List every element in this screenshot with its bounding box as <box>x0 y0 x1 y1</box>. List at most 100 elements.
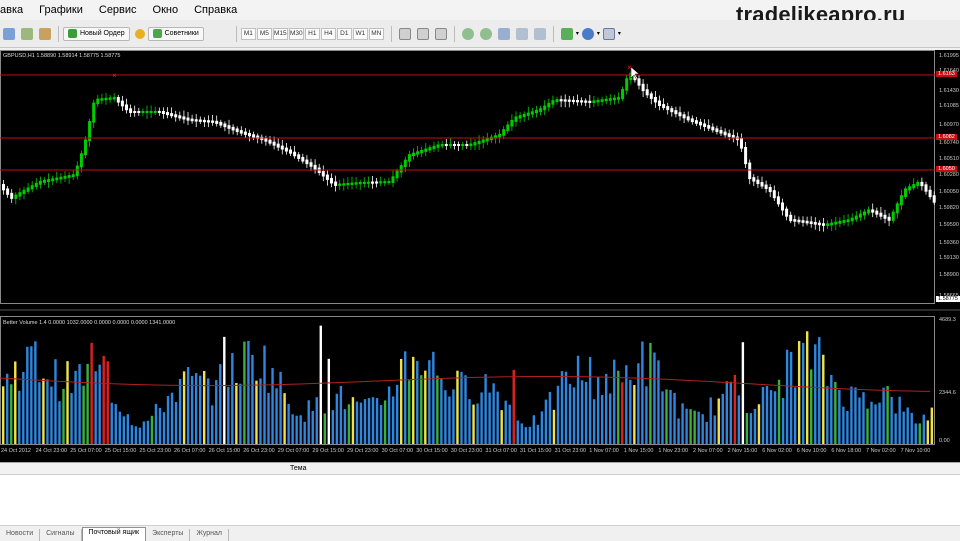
volume-bar <box>275 388 278 444</box>
volume-bar <box>637 363 640 444</box>
candle-body <box>760 182 764 187</box>
volume-bar <box>259 378 262 444</box>
chart-window[interactable]: × × GBPUSD,H1 1.58890 1.58914 1.58775 1.5… <box>0 50 960 462</box>
timeframe-d1[interactable]: D1 <box>336 27 352 40</box>
chart-window-icon[interactable] <box>3 27 15 40</box>
volume-bar <box>6 373 9 444</box>
timeframe-w1[interactable]: W1 <box>352 27 368 40</box>
volume-bar <box>267 392 270 444</box>
tab-journal[interactable]: Журнал <box>190 529 229 541</box>
timeframe-m30[interactable]: M30 <box>288 27 304 40</box>
navigator-icon[interactable] <box>39 27 51 40</box>
candle-body <box>47 179 51 182</box>
menu-item-service[interactable]: Сервис <box>91 4 145 16</box>
volume-bar <box>110 402 113 444</box>
chevron-down-icon[interactable]: ▾ <box>576 30 579 37</box>
menu-item-help[interactable]: Справка <box>186 4 245 16</box>
volume-bar <box>263 345 266 444</box>
meta-editor-icon[interactable] <box>134 28 145 39</box>
volume-bar <box>677 418 680 444</box>
candle-body <box>67 175 71 178</box>
candle-body <box>325 174 329 180</box>
menu-item-view[interactable]: авка <box>0 4 31 16</box>
tab-mailbox[interactable]: Почтовый ящик <box>81 527 147 541</box>
price-axis-label: 1.59360 <box>939 240 959 246</box>
candle-body <box>428 147 432 151</box>
candle-body <box>289 149 292 154</box>
volume-bar <box>488 392 491 444</box>
candle-body <box>514 116 518 122</box>
volume-bar <box>412 356 415 444</box>
volume-bar <box>789 351 793 444</box>
timeframe-mn[interactable]: MN <box>368 27 384 40</box>
tab-signals[interactable]: Сигналы <box>40 529 82 541</box>
candle-body <box>268 139 272 144</box>
candle-body <box>871 209 875 213</box>
candle-body <box>84 139 87 155</box>
menu-item-window[interactable]: Окно <box>145 4 187 16</box>
tab-news[interactable]: Новости <box>0 529 41 541</box>
bar-chart-icon[interactable] <box>398 27 411 40</box>
volume-bar <box>613 359 616 444</box>
candle-body <box>100 98 104 101</box>
candle-body <box>26 187 30 192</box>
templates-icon[interactable] <box>602 27 615 40</box>
chart-shift-icon[interactable] <box>533 27 546 40</box>
advisors-button[interactable]: Советники <box>147 26 204 41</box>
periods-icon[interactable] <box>581 27 594 40</box>
volume-bar <box>641 341 644 444</box>
indicators-icon[interactable] <box>560 27 573 40</box>
candle-body <box>137 111 141 113</box>
volume-bar <box>560 371 564 444</box>
tile-windows-icon[interactable] <box>497 27 510 40</box>
volume-bar <box>661 391 664 444</box>
new-order-button[interactable]: Новый Ордер <box>63 26 130 41</box>
volume-bar <box>609 393 612 444</box>
volume-bar <box>745 412 749 444</box>
volume-bar <box>283 393 286 444</box>
auto-scroll-icon[interactable] <box>515 27 528 40</box>
volume-bar <box>383 400 387 444</box>
candle-body <box>14 194 18 199</box>
candle-body <box>617 97 620 100</box>
chevron-down-icon[interactable]: ▾ <box>597 30 600 37</box>
zoom-out-icon[interactable] <box>479 27 492 40</box>
volume-bar <box>564 371 568 444</box>
timeframe-m15[interactable]: M15 <box>272 27 288 40</box>
candle-body <box>670 108 674 113</box>
timeframe-m5[interactable]: M5 <box>256 27 272 40</box>
menu-item-charts[interactable]: Графики <box>31 4 91 16</box>
volume-bar <box>605 373 608 444</box>
candle-body <box>477 140 481 145</box>
candle-body <box>580 100 584 103</box>
candle-body <box>563 99 567 102</box>
volume-bar <box>178 378 182 444</box>
volume-bar <box>777 379 781 444</box>
market-watch-icon[interactable] <box>21 27 33 40</box>
volume-bar <box>387 386 391 444</box>
volume-bar <box>468 399 471 444</box>
volume-bar <box>681 403 684 444</box>
zoom-in-icon[interactable] <box>461 27 474 40</box>
volume-bar <box>190 375 194 444</box>
timeframe-h1[interactable]: H1 <box>304 27 320 40</box>
line-chart-icon[interactable] <box>434 27 447 40</box>
candle-body <box>854 215 858 220</box>
chevron-down-icon[interactable]: ▾ <box>618 30 621 37</box>
timeframe-m1[interactable]: M1 <box>240 27 256 40</box>
time-axis-label: 29 Oct 23:00 <box>347 448 379 454</box>
volume-bar <box>58 401 61 444</box>
candle-body <box>912 184 916 189</box>
tab-experts[interactable]: Эксперты <box>146 529 191 541</box>
candlestick-icon[interactable] <box>416 27 429 40</box>
column-header-subject[interactable]: Тема <box>290 465 306 472</box>
timeframe-h4[interactable]: H4 <box>320 27 336 40</box>
volume-bar <box>930 407 934 444</box>
volume-bar <box>568 383 572 444</box>
candle-body <box>899 195 903 206</box>
candle-body <box>916 181 920 187</box>
volume-bar <box>689 409 692 444</box>
candle-body <box>805 220 809 224</box>
candle-body <box>772 190 776 199</box>
candle-body <box>461 144 465 146</box>
